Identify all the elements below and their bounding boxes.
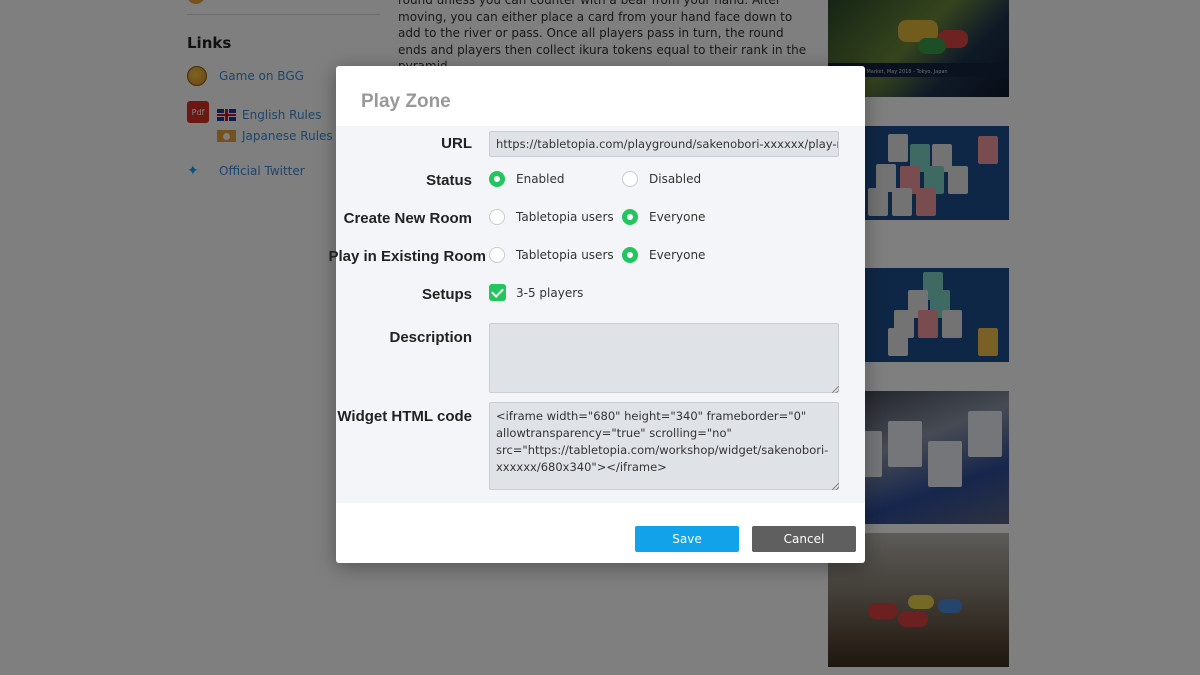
radio-unselected-icon <box>489 247 505 263</box>
create-room-everyone-radio[interactable]: Everyone <box>622 209 705 225</box>
radio-selected-icon <box>622 247 638 263</box>
radio-label: Disabled <box>649 172 702 186</box>
description-textarea[interactable] <box>489 323 839 393</box>
create-room-tabletopia-radio[interactable]: Tabletopia users <box>489 209 614 225</box>
url-label: URL <box>441 135 472 152</box>
status-enabled-radio[interactable]: Enabled <box>489 171 565 187</box>
status-label: Status <box>426 172 472 189</box>
radio-label: Everyone <box>649 248 706 262</box>
radio-unselected-icon <box>489 209 505 225</box>
radio-label: Enabled <box>516 172 565 186</box>
dialog-title: Play Zone <box>361 91 451 112</box>
status-disabled-radio[interactable]: Disabled <box>622 171 701 187</box>
radio-selected-icon <box>489 171 505 187</box>
radio-label: Everyone <box>649 210 706 224</box>
existing-room-tabletopia-radio[interactable]: Tabletopia users <box>489 247 614 263</box>
setups-label: Setups <box>421 286 472 303</box>
radio-label: Tabletopia users <box>516 210 614 224</box>
radio-unselected-icon <box>622 171 638 187</box>
play-zone-dialog: Play Zone URL https://tabletopia.com/pla… <box>328 66 865 563</box>
save-button[interactable]: Save <box>635 526 739 552</box>
description-label: Description <box>389 329 472 346</box>
dialog-body: URL https://tabletopia.com/playground/sa… <box>328 126 865 503</box>
checkmark-icon <box>489 284 506 301</box>
resize-handle-icon[interactable] <box>830 384 839 393</box>
setup-3-5-players-checkbox[interactable]: 3-5 players <box>489 284 583 301</box>
existing-room-label: Play in Existing Room <box>328 248 486 265</box>
widget-code-label: Widget HTML code <box>337 408 472 425</box>
radio-label: Tabletopia users <box>516 248 614 262</box>
radio-selected-icon <box>622 209 638 225</box>
create-room-label: Create New Room <box>343 210 472 227</box>
cancel-button[interactable]: Cancel <box>752 526 856 552</box>
resize-handle-icon[interactable] <box>830 481 839 490</box>
url-field[interactable]: https://tabletopia.com/playground/sakeno… <box>489 131 839 157</box>
widget-code-textarea[interactable]: <iframe width="680" height="340" framebo… <box>489 402 839 490</box>
checkbox-label: 3-5 players <box>516 285 584 300</box>
existing-room-everyone-radio[interactable]: Everyone <box>622 247 705 263</box>
